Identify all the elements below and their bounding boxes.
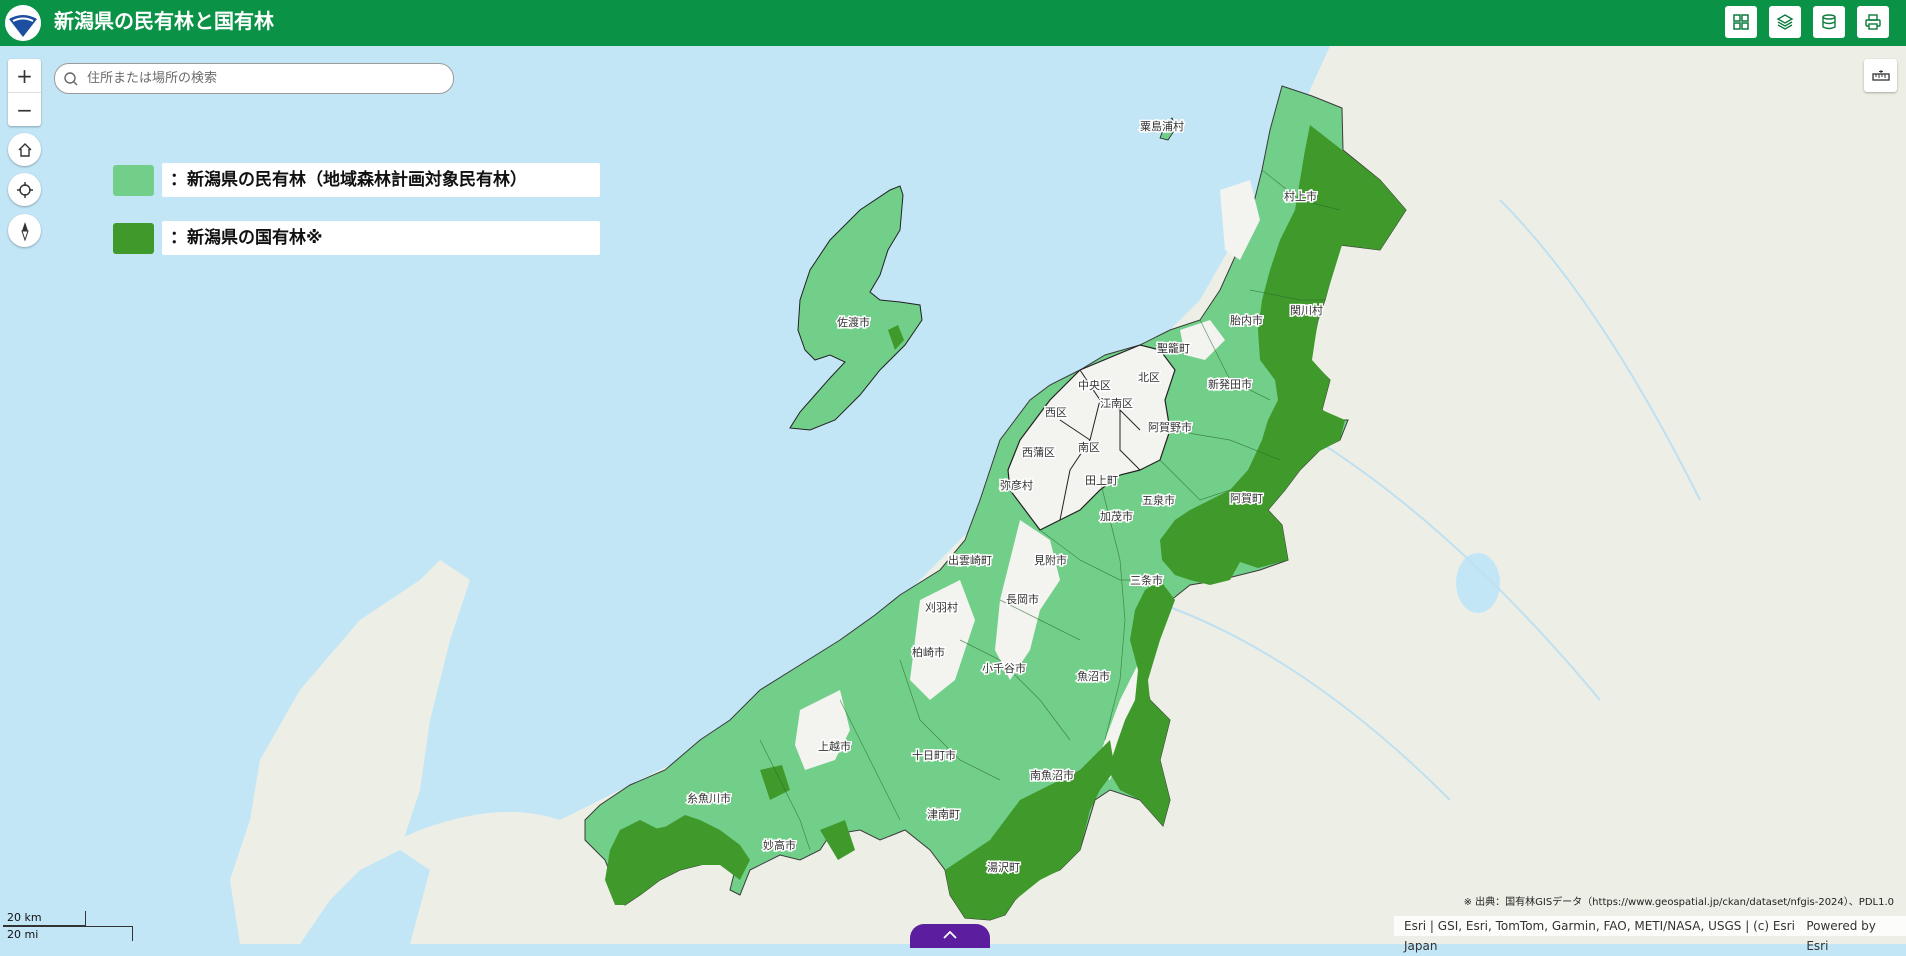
label-minamiuonuma: 南魚沼市	[1030, 768, 1074, 782]
label-sanjo: 三条市	[1130, 573, 1163, 587]
label-yuzawa: 湯沢町	[987, 860, 1020, 874]
label-sado: 佐渡市	[837, 315, 870, 329]
grid-icon	[1733, 14, 1749, 30]
label-tsunan: 津南町	[927, 808, 960, 821]
label-nishikan: 西蒲区	[1022, 445, 1055, 459]
compass-icon	[20, 221, 29, 241]
home-button[interactable]	[8, 133, 41, 166]
home-icon	[18, 142, 31, 157]
source-note: ※ 出典：国有林GISデータ（https://www.geospatial.jp…	[1463, 897, 1894, 908]
national-forest-label: ：新潟県の国有林※	[162, 221, 600, 255]
label-nishi: 西区	[1045, 406, 1067, 419]
layers-button[interactable]	[1769, 6, 1801, 38]
label-tokamachi: 十日町市	[912, 748, 956, 762]
powered-by-esri[interactable]: Powered by Esri	[1806, 916, 1896, 953]
grid-button[interactable]	[1725, 6, 1757, 38]
label-konan: 江南区	[1100, 397, 1133, 410]
print-button[interactable]	[1857, 6, 1889, 38]
layers-icon	[1776, 14, 1794, 30]
label-nagaoka: 長岡市	[1006, 592, 1039, 606]
private-forest-swatch	[113, 164, 154, 196]
label-myoko: 妙高市	[763, 838, 796, 852]
label-kita: 北区	[1138, 371, 1160, 384]
label-uonuma: 魚沼市	[1077, 669, 1110, 683]
label-kashiwazaki: 柏崎市	[912, 645, 945, 659]
label-sekikawa: 関川村	[1290, 303, 1323, 317]
locate-button[interactable]	[8, 173, 41, 206]
chevron-up-icon	[943, 930, 957, 939]
label-awashimaura: 粟島浦村	[1140, 119, 1184, 133]
attribution-text: Esri | GSI, Esri, TomTom, Garmin, FAO, M…	[1404, 919, 1795, 953]
label-gosen: 五泉市	[1142, 493, 1175, 507]
measure-button[interactable]	[1864, 59, 1897, 92]
search-input[interactable]	[85, 70, 449, 87]
ruler-icon	[1871, 69, 1890, 81]
zoom-controls: + −	[8, 59, 41, 126]
label-ojiya: 小千谷市	[982, 661, 1026, 675]
label-kamo: 加茂市	[1100, 509, 1133, 523]
label-minami: 南区	[1078, 441, 1100, 454]
print-icon	[1865, 14, 1881, 30]
national-forest-swatch	[113, 222, 154, 254]
basemap-icon	[1822, 14, 1836, 30]
label-chuo: 中央区	[1078, 379, 1111, 392]
scale-mi: 20 mi	[3, 926, 133, 941]
legend-national-forest: ：新潟県の国有林※	[113, 221, 600, 255]
label-murakami: 村上市	[1284, 189, 1317, 203]
label-tainai: 胎内市	[1230, 313, 1263, 327]
zoom-out-button[interactable]: −	[8, 92, 41, 126]
compass-button[interactable]	[8, 214, 41, 247]
expand-panel-button[interactable]	[910, 924, 990, 948]
label-kariwa: 刈羽村	[925, 600, 958, 614]
label-shibata: 新発田市	[1208, 377, 1252, 391]
scale-km: 20 km	[3, 911, 86, 926]
basemap-button[interactable]	[1813, 6, 1845, 38]
legend-private-forest: ：新潟県の民有林（地域森林計画対象民有林）	[113, 163, 600, 197]
zoom-in-button[interactable]: +	[8, 59, 41, 92]
label-agano: 阿賀野市	[1148, 420, 1192, 434]
search-box[interactable]	[54, 63, 454, 94]
label-joetsu: 上越市	[818, 739, 851, 753]
private-forest-label: ：新潟県の民有林（地域森林計画対象民有林）	[162, 163, 600, 197]
locate-icon	[16, 181, 33, 198]
label-mitsuke: 見附市	[1034, 553, 1067, 567]
app-header: 新潟県の民有林と国有林	[0, 0, 1906, 46]
prefecture-logo	[5, 5, 41, 41]
label-yahiko: 弥彦村	[1000, 478, 1033, 492]
app-title: 新潟県の民有林と国有林	[54, 9, 274, 33]
label-seiro: 聖籠町	[1157, 341, 1190, 355]
attribution-bar[interactable]: Esri | GSI, Esri, TomTom, Garmin, FAO, M…	[1394, 916, 1906, 953]
label-izumozaki: 出雲崎町	[948, 553, 992, 567]
search-icon	[64, 71, 78, 85]
label-itoigawa: 糸魚川市	[687, 791, 731, 805]
label-tagami: 田上町	[1085, 474, 1118, 487]
label-aga: 阿賀町	[1230, 492, 1263, 505]
